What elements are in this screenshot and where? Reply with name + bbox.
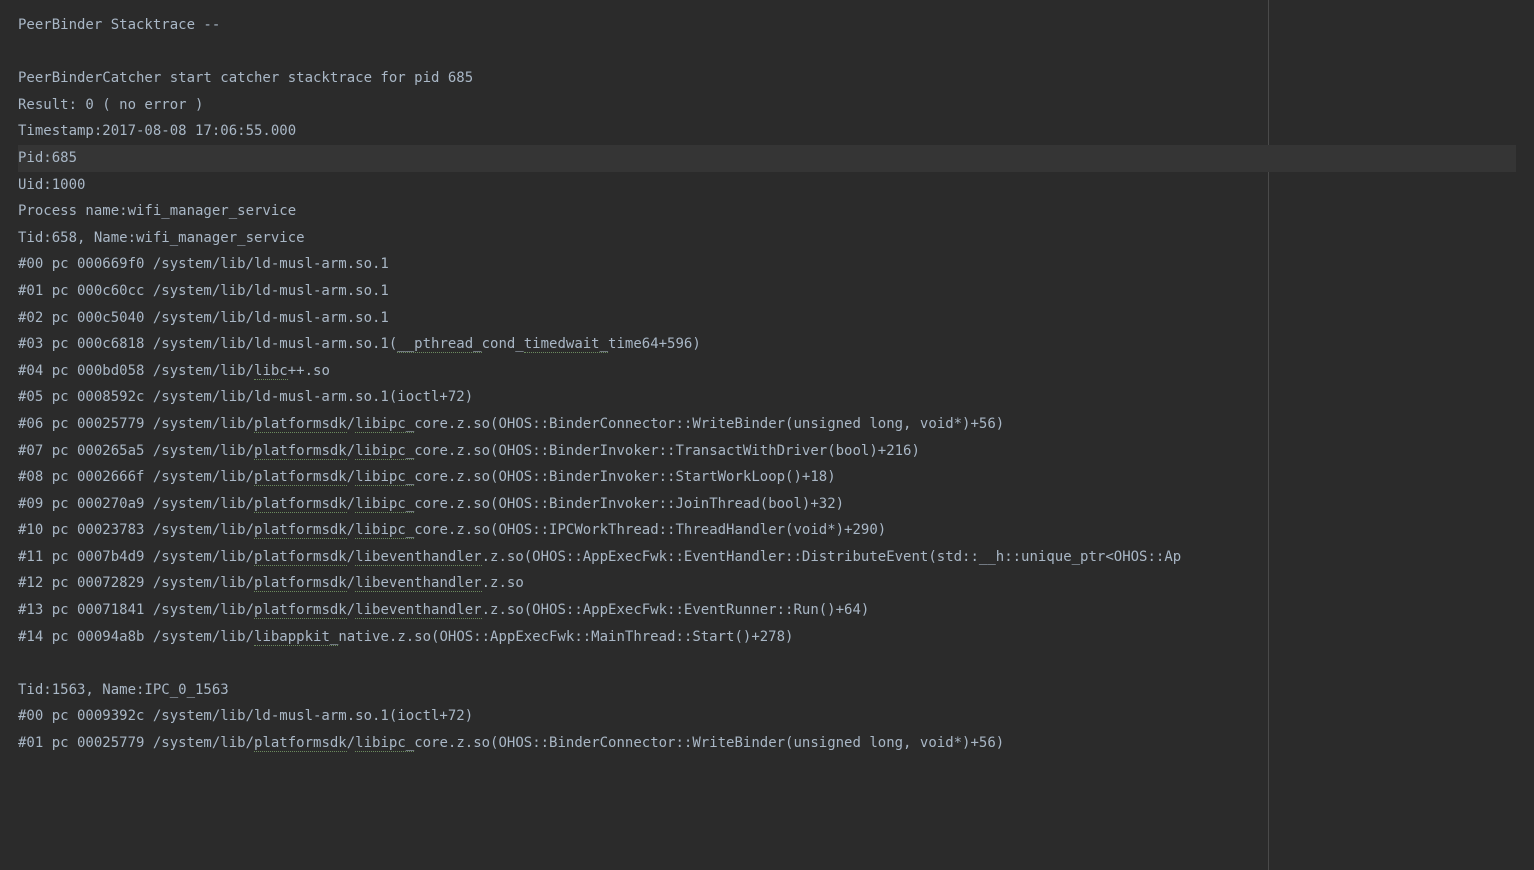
stacktrace-line: #04 pc 000bd058 /system/lib/libc++.so (18, 358, 1516, 385)
underlined-token: platformsdk (254, 469, 347, 486)
text-token: core.z.so(OHOS::BinderInvoker::StartWork… (414, 469, 835, 485)
text-token: #09 pc 000270a9 /system/lib/ (18, 496, 254, 512)
text-token: / (347, 496, 355, 512)
stacktrace-line: Uid:1000 (18, 172, 1516, 199)
underlined-token: platformsdk (254, 602, 347, 619)
text-token: / (347, 549, 355, 565)
text-token: #01 pc 00025779 /system/lib/ (18, 735, 254, 751)
text-token: native.z.so(OHOS::AppExecFwk::MainThread… (338, 629, 793, 645)
underlined-token: libipc_ (355, 522, 414, 539)
stacktrace-line: #12 pc 00072829 /system/lib/platformsdk/… (18, 570, 1516, 597)
underlined-token: libeventhandler (355, 575, 481, 592)
stacktrace-line: #08 pc 0002666f /system/lib/platformsdk/… (18, 464, 1516, 491)
stacktrace-line: Timestamp:2017-08-08 17:06:55.000 (18, 118, 1516, 145)
text-token: #10 pc 00023783 /system/lib/ (18, 522, 254, 538)
underlined-token: libappkit_ (254, 629, 338, 646)
underlined-token: libipc_ (355, 469, 414, 486)
underlined-token: libipc_ (355, 496, 414, 513)
underlined-token: platformsdk (254, 735, 347, 752)
underlined-token: libipc_ (355, 443, 414, 460)
text-token: .z.so(OHOS::AppExecFwk::EventRunner::Run… (482, 602, 870, 618)
underlined-token: libeventhandler (355, 602, 481, 619)
underlined-token: libc (254, 363, 288, 380)
underlined-token: platformsdk (254, 416, 347, 433)
underlined-token: platformsdk (254, 443, 347, 460)
text-token: / (347, 602, 355, 618)
underlined-token: __pthread_ (397, 336, 481, 353)
text-token: cond_ (482, 336, 524, 352)
text-token: #03 pc 000c6818 /system/lib/ld-musl-arm.… (18, 336, 397, 352)
text-token: / (347, 416, 355, 432)
text-token: core.z.so(OHOS::IPCWorkThread::ThreadHan… (414, 522, 886, 538)
underlined-token: libipc_ (355, 735, 414, 752)
stacktrace-line: PeerBinderCatcher start catcher stacktra… (18, 65, 1516, 92)
text-token: #12 pc 00072829 /system/lib/ (18, 575, 254, 591)
text-token: core.z.so(OHOS::BinderConnector::WriteBi… (414, 416, 1004, 432)
underlined-token: platformsdk (254, 575, 347, 592)
stacktrace-line: Result: 0 ( no error ) (18, 92, 1516, 119)
stacktrace-line: #07 pc 000265a5 /system/lib/platformsdk/… (18, 438, 1516, 465)
stacktrace-line: #13 pc 00071841 /system/lib/platformsdk/… (18, 597, 1516, 624)
text-token: / (347, 575, 355, 591)
stacktrace-line: #02 pc 000c5040 /system/lib/ld-musl-arm.… (18, 305, 1516, 332)
text-token: #14 pc 00094a8b /system/lib/ (18, 629, 254, 645)
stacktrace-line: #00 pc 000669f0 /system/lib/ld-musl-arm.… (18, 251, 1516, 278)
text-token: #04 pc 000bd058 /system/lib/ (18, 363, 254, 379)
stacktrace-line: #06 pc 00025779 /system/lib/platformsdk/… (18, 411, 1516, 438)
underlined-token: timedwait_ (524, 336, 608, 353)
stacktrace-line: Process name:wifi_manager_service (18, 198, 1516, 225)
stacktrace-line: #09 pc 000270a9 /system/lib/platformsdk/… (18, 491, 1516, 518)
text-token: time64+596) (608, 336, 701, 352)
text-token: / (347, 443, 355, 459)
stacktrace-line: #00 pc 0009392c /system/lib/ld-musl-arm.… (18, 703, 1516, 730)
text-token: / (347, 469, 355, 485)
underlined-token: platformsdk (254, 522, 347, 539)
text-token: ++.so (288, 363, 330, 379)
stacktrace-line: #01 pc 000c60cc /system/lib/ld-musl-arm.… (18, 278, 1516, 305)
text-token: .z.so(OHOS::AppExecFwk::EventHandler::Di… (482, 549, 1182, 565)
stacktrace-line: #05 pc 0008592c /system/lib/ld-musl-arm.… (18, 384, 1516, 411)
stacktrace-line: #01 pc 00025779 /system/lib/platformsdk/… (18, 730, 1516, 757)
stacktrace-line: Tid:1563, Name:IPC_0_1563 (18, 677, 1516, 704)
stacktrace-line (18, 650, 1516, 677)
text-token: core.z.so(OHOS::BinderInvoker::JoinThrea… (414, 496, 844, 512)
stacktrace-line: PeerBinder Stacktrace -- (18, 12, 1516, 39)
text-token: #08 pc 0002666f /system/lib/ (18, 469, 254, 485)
stacktrace-line (18, 39, 1516, 66)
stacktrace-line: #11 pc 0007b4d9 /system/lib/platformsdk/… (18, 544, 1516, 571)
stacktrace-line: Pid:685 (18, 145, 1516, 172)
text-token: #11 pc 0007b4d9 /system/lib/ (18, 549, 254, 565)
text-token: core.z.so(OHOS::BinderInvoker::TransactW… (414, 443, 920, 459)
stacktrace-line: #03 pc 000c6818 /system/lib/ld-musl-arm.… (18, 331, 1516, 358)
stacktrace-content: PeerBinder Stacktrace -- PeerBinderCatch… (18, 12, 1516, 757)
text-token: / (347, 735, 355, 751)
underlined-token: libipc_ (355, 416, 414, 433)
text-token: #06 pc 00025779 /system/lib/ (18, 416, 254, 432)
underlined-token: platformsdk (254, 549, 347, 566)
text-token: .z.so (482, 575, 524, 591)
underlined-token: libeventhandler (355, 549, 481, 566)
stacktrace-line: Tid:658, Name:wifi_manager_service (18, 225, 1516, 252)
text-token: #13 pc 00071841 /system/lib/ (18, 602, 254, 618)
stacktrace-line: #14 pc 00094a8b /system/lib/libappkit_na… (18, 624, 1516, 651)
text-token: #07 pc 000265a5 /system/lib/ (18, 443, 254, 459)
underlined-token: platformsdk (254, 496, 347, 513)
stacktrace-line: #10 pc 00023783 /system/lib/platformsdk/… (18, 517, 1516, 544)
text-token: core.z.so(OHOS::BinderConnector::WriteBi… (414, 735, 1004, 751)
text-token: / (347, 522, 355, 538)
